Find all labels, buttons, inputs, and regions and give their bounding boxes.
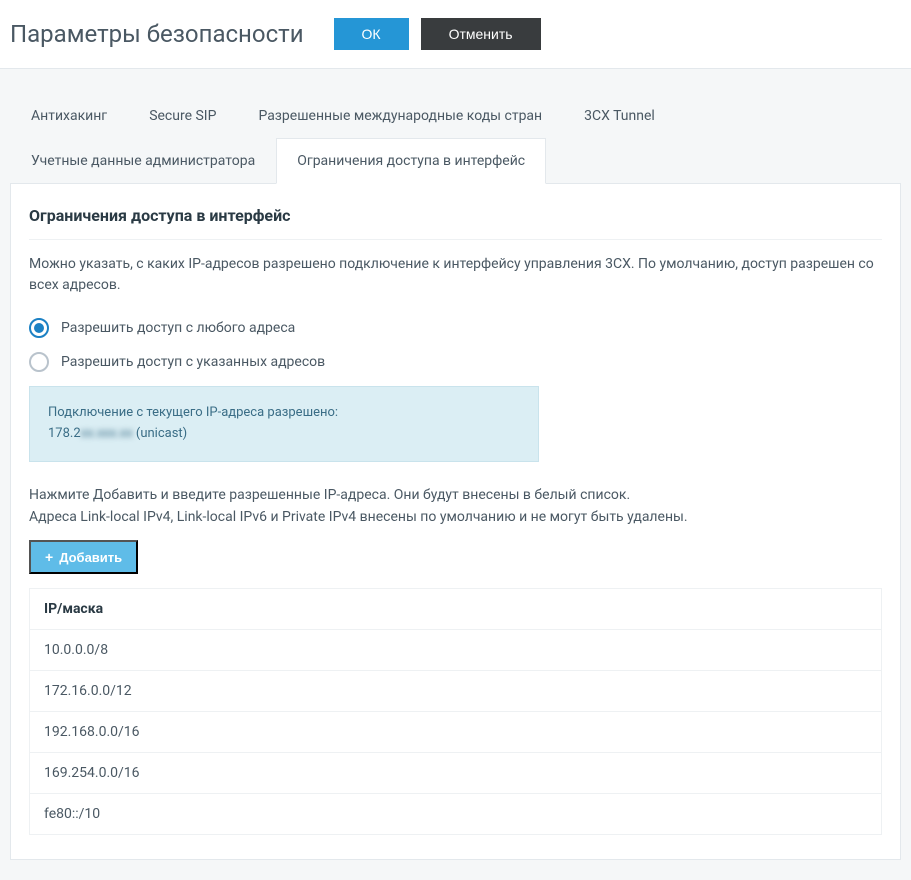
radio-button-icon <box>29 318 49 338</box>
tab-secure-sip[interactable]: Secure SIP <box>128 93 237 138</box>
instructions-line1: Нажмите Добавить и введите разрешенные I… <box>29 484 882 506</box>
table-row[interactable]: 192.168.0.0/16 <box>30 712 881 753</box>
tab-3cx-tunnel[interactable]: 3CX Tunnel <box>563 93 676 138</box>
tab-console-restrictions[interactable]: Ограничения доступа в интерфейс <box>276 138 546 184</box>
tabs-row: Антихакинг Secure SIP Разрешенные междун… <box>0 69 911 184</box>
table-row[interactable]: 169.254.0.0/16 <box>30 753 881 794</box>
add-button[interactable]: + Добавить <box>29 540 138 574</box>
ip-table: IP/маска 10.0.0.0/8 172.16.0.0/12 192.16… <box>29 588 882 835</box>
table-row[interactable]: fe80::/10 <box>30 794 881 834</box>
radio-allow-listed-label: Разрешить доступ с указанных адресов <box>61 354 325 370</box>
callout-ip-prefix: 178.2 <box>48 426 81 441</box>
current-ip-callout: Подключение с текущего IP-адреса разреше… <box>29 386 539 462</box>
tab-antihacking[interactable]: Антихакинг <box>10 93 128 138</box>
table-row[interactable]: 172.16.0.0/12 <box>30 671 881 712</box>
add-button-label: Добавить <box>59 550 122 565</box>
page-title: Параметры безопасности <box>10 20 304 48</box>
header-bar: Параметры безопасности ОК Отменить <box>0 0 911 69</box>
panel-heading: Ограничения доступа в интерфейс <box>29 206 882 240</box>
radio-allow-any[interactable]: Разрешить доступ с любого адреса <box>29 318 882 338</box>
tab-admin-credentials[interactable]: Учетные данные администратора <box>10 138 276 184</box>
panel-description: Можно указать, с каких IP-адресов разреш… <box>29 254 882 296</box>
panel-console-restrictions: Ограничения доступа в интерфейс Можно ук… <box>10 183 901 860</box>
radio-allow-any-label: Разрешить доступ с любого адреса <box>61 320 295 336</box>
plus-icon: + <box>45 549 53 565</box>
callout-line1: Подключение с текущего IP-адреса разреше… <box>48 403 520 424</box>
ok-button[interactable]: ОК <box>334 18 409 50</box>
panel-wrap: Ограничения доступа в интерфейс Можно ук… <box>0 183 911 880</box>
table-row[interactable]: 10.0.0.0/8 <box>30 630 881 671</box>
instructions-line2: Адреса Link-local IPv4, Link-local IPv6 … <box>29 506 882 528</box>
callout-ip-masked: xx.xxx.xx <box>81 424 133 445</box>
tab-country-codes[interactable]: Разрешенные международные коды стран <box>237 93 563 138</box>
callout-ip-line: 178.2xx.xxx.xx (unicast) <box>48 424 520 445</box>
cancel-button[interactable]: Отменить <box>421 18 541 50</box>
callout-ip-suffix: (unicast) <box>133 426 188 441</box>
instructions: Нажмите Добавить и введите разрешенные I… <box>29 484 882 529</box>
ip-table-header: IP/маска <box>30 589 881 630</box>
radio-allow-listed[interactable]: Разрешить доступ с указанных адресов <box>29 352 882 372</box>
radio-button-icon <box>29 352 49 372</box>
